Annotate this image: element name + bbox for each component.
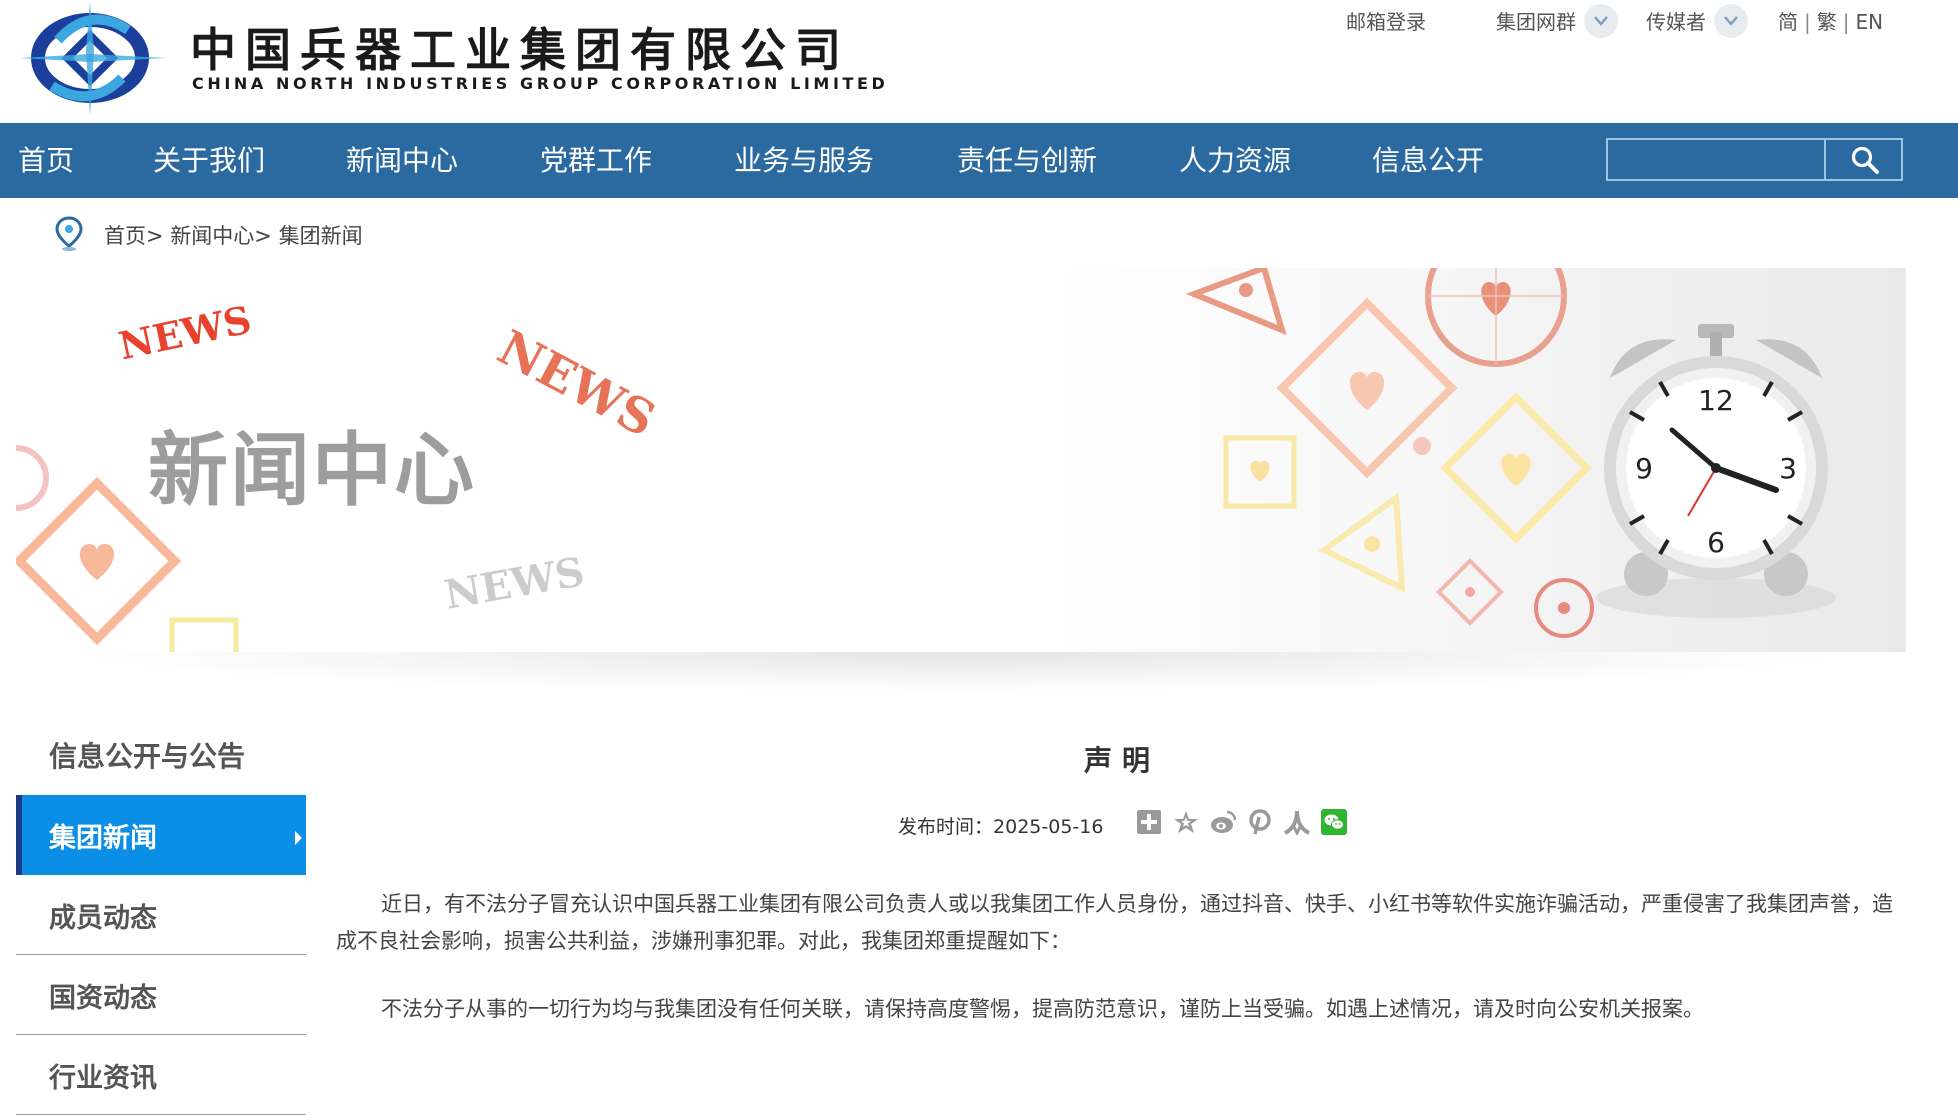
- lang-traditional[interactable]: 繁: [1817, 10, 1837, 34]
- location-pin-icon: [55, 216, 83, 251]
- main-nav: 首页 关于我们 新闻中心 党群工作 业务与服务 责任与创新 人力资源 信息公开: [0, 123, 1958, 198]
- clock-number: 3: [1779, 452, 1797, 485]
- small-heart-diamond-icon: [1436, 558, 1504, 626]
- nav-home[interactable]: 首页: [18, 123, 74, 198]
- brand-name-en: CHINA NORTH INDUSTRIES GROUP CORPORATION…: [192, 74, 889, 93]
- nav-business[interactable]: 业务与服务: [734, 123, 874, 198]
- lang-english[interactable]: EN: [1856, 10, 1884, 34]
- wheel-heart-icon: [1425, 268, 1567, 367]
- small-heart-circle-icon: [1534, 578, 1594, 638]
- nav-about[interactable]: 关于我们: [153, 123, 265, 198]
- heart-diamond-icon: [1440, 392, 1592, 544]
- media-dropdown[interactable]: [1714, 4, 1748, 38]
- site-header: 中国兵器工业集团有限公司 CHINA NORTH INDUSTRIES GROU…: [0, 0, 1958, 123]
- clock-number: 6: [1707, 526, 1725, 559]
- media-link[interactable]: 传媒者: [1646, 6, 1706, 35]
- lang-simplified[interactable]: 简: [1778, 10, 1798, 34]
- search-input[interactable]: [1608, 140, 1822, 179]
- publish-meta: 发布时间：2025-05-16: [898, 812, 1103, 839]
- breadcrumb-trail: 首页> 新闻中心> 集团新闻: [104, 220, 363, 250]
- nav-disclosure[interactable]: 信息公开: [1372, 123, 1484, 198]
- article: 声明 发布时间：2025-05-16 近日，有不法分子冒充认识中国兵器工业集团有…: [336, 715, 1908, 1105]
- breadcrumb-current[interactable]: 集团新闻: [279, 224, 363, 248]
- side-item-label: 集团新闻: [49, 823, 157, 854]
- language-switcher: 简 | 繁 | EN: [1778, 6, 1883, 35]
- clock-number: 12: [1698, 384, 1734, 417]
- chevron-down-icon: [1724, 16, 1738, 26]
- breadcrumb: 首页> 新闻中心> 集团新闻: [0, 198, 1958, 268]
- side-item-group-news[interactable]: 集团新闻: [16, 795, 306, 875]
- side-item-label: 国资动态: [49, 983, 157, 1014]
- plus-share-icon[interactable]: [1136, 809, 1162, 835]
- breadcrumb-home[interactable]: 首页: [104, 224, 146, 248]
- search-button[interactable]: [1824, 140, 1903, 179]
- heart-diamond-icon: [16, 476, 182, 646]
- group-sites-link[interactable]: 集团网群: [1496, 6, 1576, 35]
- group-sites-dropdown[interactable]: [1584, 4, 1618, 38]
- share-bar: [1136, 809, 1358, 837]
- alarm-clock-icon: 12 3 6 9: [1596, 324, 1836, 618]
- nav-party[interactable]: 党群工作: [540, 123, 652, 198]
- favorite-star-icon[interactable]: [1173, 809, 1199, 835]
- side-item-sasac-news[interactable]: 国资动态: [16, 955, 306, 1035]
- lang-separator: |: [1804, 10, 1811, 34]
- article-title: 声明: [1083, 744, 1160, 777]
- side-item-label: 成员动态: [49, 903, 157, 934]
- chevron-down-icon: [1594, 16, 1608, 26]
- weibo-icon[interactable]: [1210, 809, 1237, 835]
- publish-date: 2025-05-16: [993, 816, 1104, 838]
- nav-hr[interactable]: 人力资源: [1179, 123, 1291, 198]
- lang-separator: |: [1842, 10, 1850, 34]
- breadcrumb-news[interactable]: 新闻中心: [170, 224, 254, 248]
- publish-label: 发布时间：: [898, 816, 994, 838]
- side-menu: 信息公开与公告 集团新闻 成员动态 国资动态 行业资讯: [16, 715, 306, 1115]
- news-banner: NEWS NEWS NEWS 新闻中心 12 3 6 9: [16, 268, 1906, 652]
- banner-decoration: 12 3 6 9: [16, 268, 1836, 652]
- nav-responsibility[interactable]: 责任与创新: [957, 123, 1097, 198]
- clock-number: 9: [1635, 452, 1653, 485]
- top-links: 邮箱登录 集团网群 传媒者 简 | 繁 | EN: [0, 4, 1958, 38]
- breadcrumb-separator: >: [254, 224, 272, 248]
- mail-login-link[interactable]: 邮箱登录: [1346, 6, 1426, 35]
- banner-shadow: [60, 652, 1860, 692]
- side-item-label: 行业资讯: [49, 1063, 157, 1094]
- nav-news[interactable]: 新闻中心: [346, 123, 458, 198]
- breadcrumb-separator: >: [146, 224, 164, 248]
- side-item-industry-news[interactable]: 行业资讯: [16, 1035, 306, 1115]
- side-item-member-news[interactable]: 成员动态: [16, 875, 306, 955]
- caret-right-icon: [295, 831, 302, 845]
- search-icon: [1851, 146, 1879, 174]
- article-paragraph: 近日，有不法分子冒充认识中国兵器工业集团有限公司负责人或以我集团工作人员身份，通…: [336, 892, 1893, 953]
- renren-icon[interactable]: [1283, 809, 1311, 837]
- side-menu-heading: 信息公开与公告: [49, 740, 246, 773]
- article-paragraph: 不法分子从事的一切行为均与我集团没有任何关联，请保持高度警惕，提高防范意识，谨防…: [381, 997, 1704, 1021]
- pinterest-icon[interactable]: [1247, 809, 1273, 835]
- wechat-icon[interactable]: [1321, 809, 1347, 835]
- search-box: [1606, 138, 1903, 181]
- triangle-heart-icon: [1185, 268, 1287, 336]
